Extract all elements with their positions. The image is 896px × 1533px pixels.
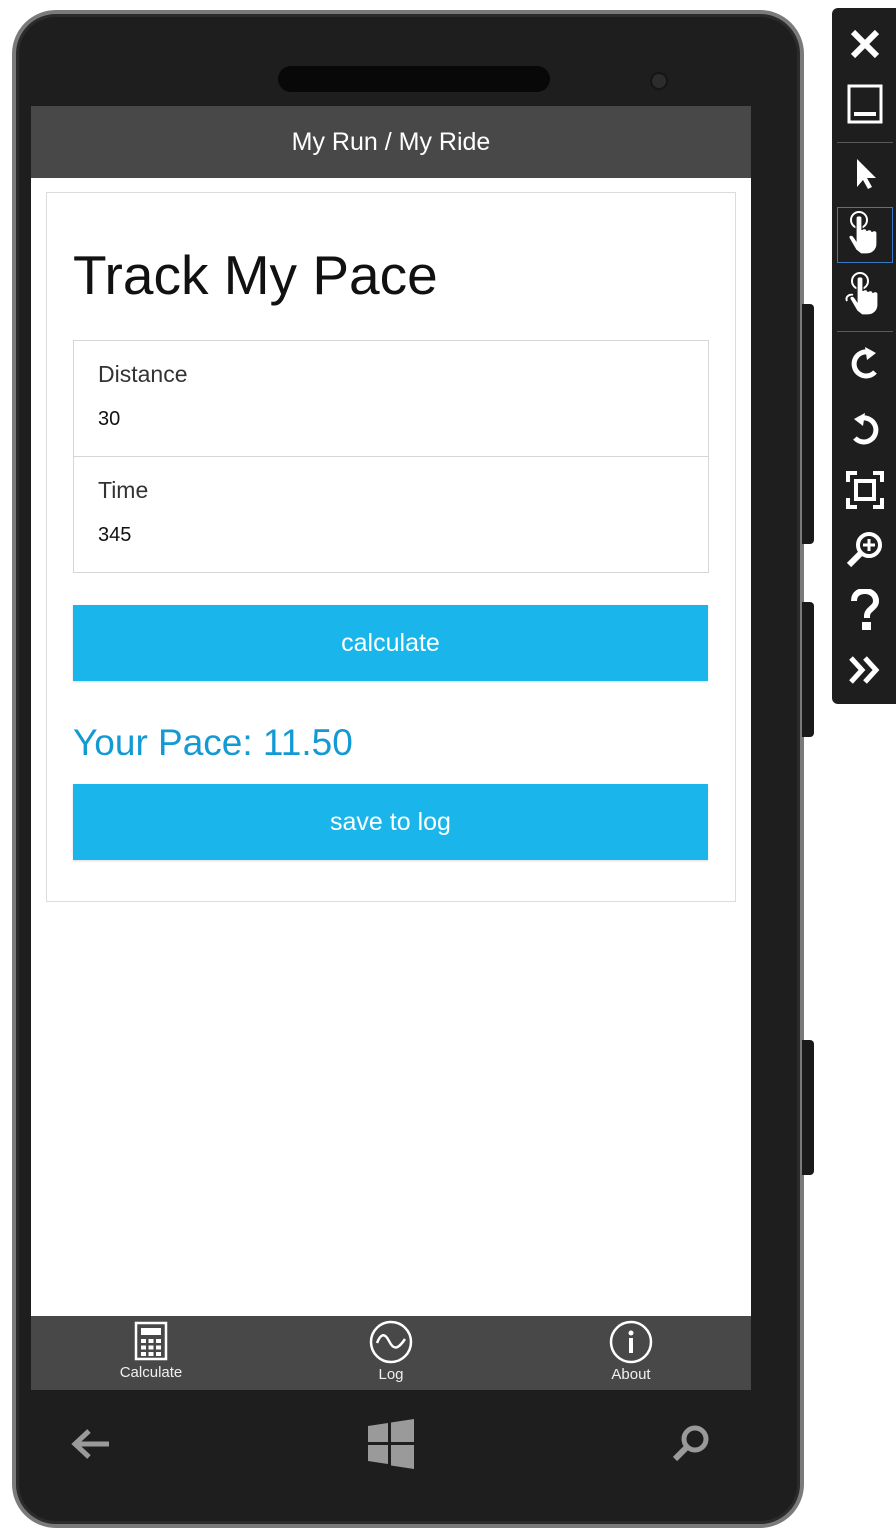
appbar-label-calculate: Calculate — [119, 1364, 183, 1381]
distance-field-container: Distance — [74, 341, 708, 457]
rotate-left-icon — [845, 344, 885, 389]
appbar-item-log[interactable]: Log — [271, 1316, 511, 1390]
minimize-button[interactable] — [837, 78, 893, 134]
toolbar-separator — [837, 331, 893, 332]
time-label: Time — [98, 477, 149, 503]
additional-tools-icon — [847, 655, 883, 690]
hardware-nav-bar — [31, 1396, 751, 1496]
close-button[interactable] — [837, 18, 893, 74]
fit-to-screen-icon — [845, 470, 885, 515]
earpiece-speaker — [278, 66, 550, 92]
app-bar: Calculate Log About — [31, 1316, 751, 1390]
minimize-icon — [847, 84, 883, 129]
multi-touch-tool[interactable] — [837, 268, 893, 324]
zoom-icon — [845, 530, 885, 575]
front-camera — [652, 74, 666, 88]
save-to-log-button[interactable]: save to log — [73, 784, 708, 860]
single-touch-tool[interactable] — [837, 207, 893, 263]
rotate-right-icon — [845, 410, 885, 455]
camera-button — [802, 1040, 814, 1175]
app-title-bar: My Run / My Ride — [31, 106, 751, 178]
single-touch-icon — [845, 210, 885, 261]
pace-card: Track My Pace Distance Time calculate Yo… — [46, 192, 736, 902]
help-tool[interactable] — [837, 584, 893, 640]
additional-tools-button[interactable] — [837, 644, 893, 700]
distance-input[interactable] — [98, 408, 684, 431]
time-field-container: Time — [74, 457, 708, 573]
back-button[interactable] — [31, 1406, 151, 1486]
help-icon — [848, 587, 882, 636]
time-input[interactable] — [98, 524, 684, 547]
pointer-tool[interactable] — [837, 148, 893, 204]
distance-label: Distance — [98, 361, 188, 387]
multi-touch-icon — [843, 271, 887, 322]
calculator-icon — [133, 1320, 169, 1362]
appbar-item-about[interactable]: About — [511, 1316, 751, 1390]
fit-to-screen-tool[interactable] — [837, 464, 893, 520]
appbar-label-about: About — [611, 1366, 651, 1383]
back-arrow-icon — [69, 1427, 113, 1466]
pace-result: Your Pace: 11.50 — [73, 722, 353, 763]
start-button[interactable] — [331, 1406, 451, 1486]
close-icon — [848, 27, 882, 66]
info-icon — [608, 1320, 654, 1364]
search-button[interactable] — [631, 1406, 751, 1486]
search-icon — [671, 1424, 711, 1469]
page-title: Track My Pace — [73, 244, 438, 306]
emulator-toolbar — [832, 8, 896, 704]
pointer-icon — [850, 157, 880, 196]
rotate-right-tool[interactable] — [837, 404, 893, 460]
power-button — [802, 602, 814, 737]
windows-start-icon — [366, 1418, 416, 1474]
rotate-left-tool[interactable] — [837, 338, 893, 394]
log-wave-icon — [368, 1320, 414, 1364]
calculate-button[interactable]: calculate — [73, 605, 708, 681]
appbar-label-log: Log — [378, 1366, 404, 1383]
appbar-item-calculate[interactable]: Calculate — [31, 1316, 271, 1390]
phone-screen: My Run / My Ride Track My Pace Distance … — [31, 106, 751, 1390]
input-group: Distance Time — [73, 340, 709, 573]
volume-button — [802, 304, 814, 544]
app-title: My Run / My Ride — [291, 127, 491, 156]
zoom-tool[interactable] — [837, 524, 893, 580]
toolbar-separator — [837, 142, 893, 143]
